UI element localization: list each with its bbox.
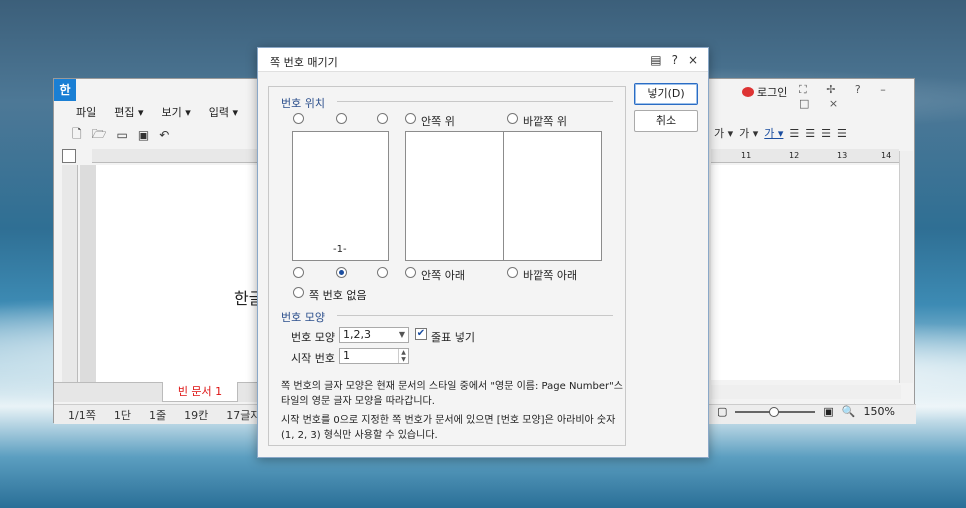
menu-file[interactable]: 파일 [76, 104, 96, 120]
radio-top-right[interactable] [377, 113, 388, 124]
note-start-line2: (1, 2, 3) 형식만 사용할 수 있습니다. [281, 430, 438, 441]
dialog-content: 번호 위치 안쪽 위 바깥쪽 위 -1- 안쪽 아래 바깥쪽 아래 쪽 번호 없… [268, 86, 626, 446]
document-tab[interactable]: 빈 문서 1 [162, 382, 238, 402]
shape-label: 번호 모양 [291, 331, 335, 344]
zoom-slider[interactable] [735, 406, 816, 417]
comment-icon[interactable]: ▤ [650, 53, 661, 67]
standard-toolbar: 🗋 🗁 ▭ ▣ ↶ [72, 125, 169, 145]
no-number-label: 쪽 번호 없음 [309, 289, 367, 302]
radio-outside-bottom[interactable] [507, 267, 518, 278]
open-folder-icon[interactable]: 🗁 [92, 125, 107, 146]
dialog-title-bar: 쪽 번호 매기기 ▤ ? × [258, 48, 708, 72]
save-icon[interactable]: ▭ [117, 128, 128, 142]
preview-page-number: -1- [333, 244, 347, 255]
tab-type-button[interactable] [62, 149, 76, 163]
document-page[interactable] [96, 165, 260, 385]
ruler-number: 12 [789, 151, 800, 160]
inside-bottom-label: 안쪽 아래 [421, 269, 465, 282]
new-document-icon[interactable]: 🗋 [72, 125, 82, 146]
section-divider [337, 101, 613, 102]
note-style-line2: 타일의 영문 글자 모양을 따라갑니다. [281, 396, 435, 407]
inside-top-label: 안쪽 위 [421, 115, 455, 128]
right-page-preview [503, 131, 602, 261]
dash-label: 줄표 넣기 [431, 331, 475, 344]
start-value: 1 [343, 349, 350, 362]
start-number-spinner[interactable]: 1 ▲ ▼ [339, 348, 409, 364]
font-size-down-icon[interactable]: 가 ▾ [739, 125, 758, 141]
ruler-number: 14 [881, 151, 892, 160]
status-page: 1/1쪽 [68, 408, 96, 422]
horizontal-scrollbar[interactable] [711, 385, 901, 399]
chevron-down-icon: ▼ [398, 330, 405, 339]
status-cell: 19칸 [184, 408, 209, 422]
vertical-ruler[interactable] [62, 165, 78, 385]
spin-arrows-icon[interactable]: ▲ ▼ [398, 349, 408, 363]
align-left-icon[interactable]: ☰ [805, 127, 815, 140]
radio-outside-top[interactable] [507, 113, 518, 124]
radio-top-center[interactable] [336, 113, 347, 124]
radio-bottom-right[interactable] [377, 267, 388, 278]
vertical-scrollbar[interactable] [899, 151, 913, 383]
help-icon[interactable]: ? [672, 53, 678, 67]
left-page-preview [405, 131, 504, 261]
align-right-icon[interactable]: ☰ [837, 127, 847, 140]
document-page-right[interactable] [711, 165, 899, 380]
print-icon[interactable]: ▣ [138, 128, 149, 142]
undo-icon[interactable]: ↶ [159, 128, 169, 142]
font-color-icon[interactable]: 가 ▾ [764, 125, 783, 141]
format-toolbar: 가 ▾ 가 ▾ 가 ▾ ☰ ☰ ☰ ☰ [714, 125, 847, 141]
fit-width-icon[interactable]: ▣ [823, 405, 833, 418]
radio-inside-bottom[interactable] [405, 267, 416, 278]
radio-top-left[interactable] [293, 113, 304, 124]
ruler-number: 11 [741, 151, 752, 160]
dash-checkbox[interactable]: ✔ [415, 328, 427, 340]
single-page-preview: -1- [292, 131, 389, 261]
note-start-line1: 시작 번호를 0으로 지정한 쪽 번호가 문서에 있으면 [번호 모양]은 아라… [281, 415, 616, 426]
outside-bottom-label: 바깥쪽 아래 [523, 269, 578, 282]
zoom-value: 150% [863, 405, 895, 418]
start-label: 시작 번호 [291, 352, 335, 365]
login-icon [742, 87, 754, 97]
outside-top-label: 바깥쪽 위 [523, 115, 567, 128]
dialog-title: 쪽 번호 매기기 [270, 56, 338, 69]
status-chars: 17글자 [226, 408, 261, 422]
radio-bottom-left[interactable] [293, 267, 304, 278]
menu-view[interactable]: 보기 ▾ [162, 104, 191, 120]
shape-section-title: 번호 모양 [281, 311, 325, 324]
close-icon[interactable]: × [688, 53, 698, 67]
radio-no-number[interactable] [293, 287, 304, 298]
dialog-controls: ▤ ? × [650, 53, 698, 67]
fit-page-icon[interactable]: ▢ [717, 405, 727, 418]
ruler-number: 13 [837, 151, 848, 160]
shape-value: 1,2,3 [343, 328, 371, 341]
font-size-up-icon[interactable]: 가 ▾ [714, 125, 733, 141]
cancel-button[interactable]: 취소 [634, 110, 698, 132]
menu-edit[interactable]: 편집 ▾ [114, 104, 143, 120]
zoom-control: ▢ ▣ 🔍 150% [717, 405, 895, 418]
status-column: 1단 [113, 408, 131, 422]
login-link[interactable]: 로그인 [742, 84, 787, 100]
align-justify-icon[interactable]: ☰ [789, 127, 799, 140]
insert-button[interactable]: 넣기(D) [634, 83, 698, 105]
note-start: 시작 번호를 0으로 지정한 쪽 번호가 문서에 있으면 [번호 모양]은 아라… [281, 413, 615, 443]
horizontal-ruler-right[interactable]: 11 12 13 14 [711, 149, 899, 163]
zoom-icon[interactable]: 🔍 [842, 405, 856, 418]
note-style: 쪽 번호의 글자 모양은 현재 문서의 스타일 중에서 "영문 이름: Page… [281, 379, 623, 409]
page-number-dialog: 쪽 번호 매기기 ▤ ? × 넣기(D) 취소 번호 위치 안쪽 위 바깥쪽 위… [257, 47, 709, 458]
align-center-icon[interactable]: ☰ [821, 127, 831, 140]
menu-insert[interactable]: 입력 ▾ [209, 104, 238, 120]
status-line: 1줄 [148, 408, 167, 422]
position-section-title: 번호 위치 [281, 97, 325, 110]
section-divider [337, 315, 613, 316]
shape-select[interactable]: 1,2,3 ▼ [339, 327, 409, 343]
window-controls[interactable]: ⛶ ✢ ? – □ × [799, 83, 914, 110]
radio-inside-top[interactable] [405, 113, 416, 124]
app-logo: 한 [54, 79, 76, 101]
radio-bottom-center[interactable] [336, 267, 347, 278]
note-style-line1: 쪽 번호의 글자 모양은 현재 문서의 스타일 중에서 "영문 이름: Page… [281, 381, 623, 392]
